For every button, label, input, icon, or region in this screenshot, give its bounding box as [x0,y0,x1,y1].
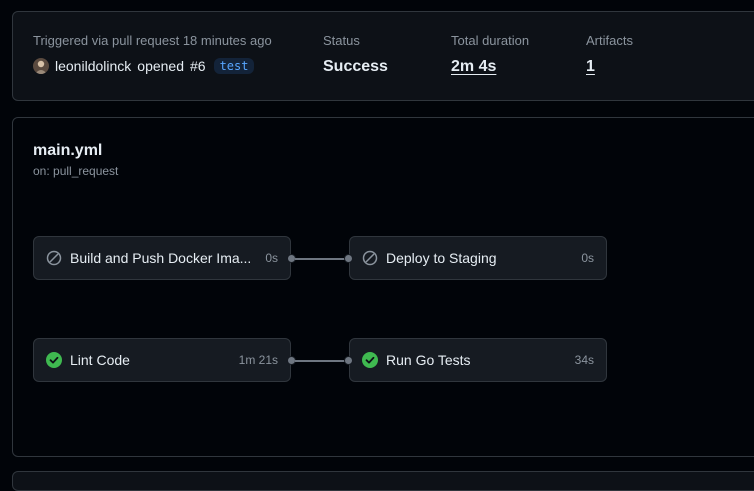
avatar[interactable] [33,58,49,74]
artifacts-link[interactable]: 1 [586,58,595,76]
check-circle-icon [362,352,378,368]
trigger-info: Triggered via pull request 18 minutes ag… [33,33,272,48]
job-duration: 34s [574,353,594,367]
job-duration: 0s [265,251,278,265]
run-summary-card: Triggered via pull request 18 minutes ag… [12,11,754,101]
skipped-icon [46,250,62,266]
pr-link[interactable]: #6 [190,58,206,74]
job-connector [295,360,345,362]
job-name: Build and Push Docker Ima... [70,250,252,266]
next-card [12,471,754,491]
job-run-go-tests[interactable]: Run Go Tests 34s [349,338,607,382]
artifacts-label: Artifacts [586,33,633,48]
duration-label: Total duration [451,33,530,48]
duration-link[interactable]: 2m 4s [451,58,496,76]
check-circle-icon [46,352,62,368]
job-name: Lint Code [70,352,130,368]
status-value: Success [323,58,388,75]
job-deploy-to-staging[interactable]: Deploy to Staging 0s [349,236,607,280]
actor-action: opened [137,58,184,74]
workflow-trigger: on: pull_request [33,164,119,178]
actor-name[interactable]: leonildolinck [55,58,131,74]
workflow-graph-card: main.yml on: pull_request Build and Push… [12,117,754,457]
branch-badge[interactable]: test [213,58,255,74]
trigger-actor-row: leonildolinck opened #6 test [33,58,255,74]
connector-dot [344,356,353,365]
job-duration: 1m 21s [238,353,278,367]
connector-dot [344,254,353,263]
job-duration: 0s [581,251,594,265]
status-label: Status [323,33,360,48]
job-name: Run Go Tests [386,352,471,368]
workflow-file-name: main.yml [33,142,103,159]
job-build-and-push[interactable]: Build and Push Docker Ima... 0s [33,236,291,280]
job-connector [295,258,345,260]
skipped-icon [362,250,378,266]
job-name: Deploy to Staging [386,250,497,266]
job-lint-code[interactable]: Lint Code 1m 21s [33,338,291,382]
